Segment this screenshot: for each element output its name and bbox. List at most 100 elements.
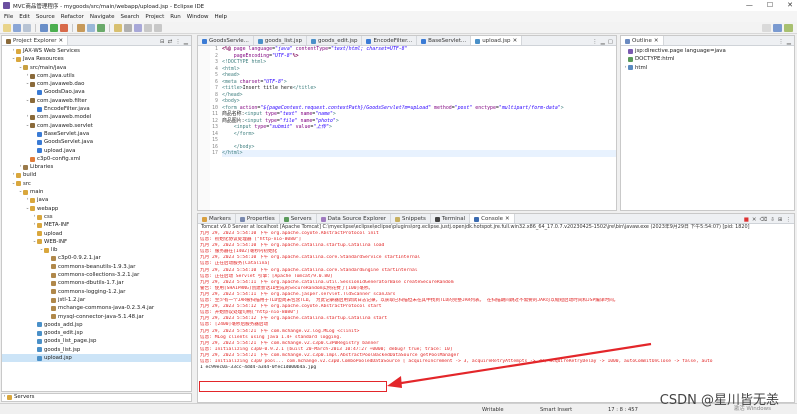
view-menu-icon[interactable]: ⋮ <box>786 217 792 223</box>
tree-item[interactable]: ⌄ src/main/java <box>2 64 191 72</box>
view-menu-icon[interactable]: ⋮ <box>592 39 598 45</box>
editor-tab[interactable]: GoodsServle... <box>198 36 254 45</box>
tree-item[interactable]: mchange-commons-java-0.2.3.4.jar <box>2 304 191 312</box>
open-perspective-icon[interactable] <box>762 24 771 32</box>
editor-tab[interactable]: goods_list.jsp <box>254 36 307 45</box>
tree-item[interactable]: › META-INF <box>2 221 191 229</box>
close-icon[interactable]: ✕ <box>513 38 518 44</box>
tab-outline[interactable]: Outline ✕ <box>621 36 664 45</box>
java-ee-perspective-icon[interactable] <box>773 24 782 32</box>
new-package-icon[interactable] <box>87 23 95 32</box>
tree-item[interactable]: goods_add.jsp <box>2 321 191 329</box>
tree-item[interactable]: › build <box>2 171 191 179</box>
menu-refactor[interactable]: Refactor <box>61 14 84 20</box>
terminate-icon[interactable]: ■ <box>744 217 749 223</box>
tree-item[interactable]: › java <box>2 196 191 204</box>
run-icon[interactable] <box>50 23 58 32</box>
next-annotation-icon[interactable] <box>134 23 142 32</box>
collapse-all-icon[interactable]: ⊟ <box>160 39 165 45</box>
view-menu-icon[interactable]: ⋮ <box>175 39 181 45</box>
close-button[interactable]: ✕ <box>787 1 793 9</box>
editor-tab[interactable]: goods_edit.jsp <box>307 36 363 45</box>
tab-console[interactable]: Console ✕ <box>470 214 515 223</box>
outline-item[interactable]: jsp:directive.page language=java <box>621 47 794 55</box>
tree-item[interactable]: ⌄ main <box>2 188 191 196</box>
close-icon[interactable]: ✕ <box>654 38 659 44</box>
outline-item[interactable]: DOCTYPE:html <box>621 55 794 63</box>
new-class-icon[interactable] <box>97 23 105 32</box>
tab-terminal[interactable]: Terminal <box>431 214 471 223</box>
menu-source[interactable]: Source <box>36 14 55 20</box>
link-editor-icon[interactable]: ⇄ <box>168 39 173 45</box>
tree-item[interactable]: ⌄ WEB-INF <box>2 238 191 246</box>
tree-item[interactable]: goods_edit.jsp <box>2 329 191 337</box>
code-editor[interactable]: 1 2 3 4 5 6 7 8 9 10 11 12 13 14 15 16 17 <%@ page langu… <box>198 46 616 210</box>
back-icon[interactable] <box>144 23 152 32</box>
menu-edit[interactable]: Edit <box>19 14 30 20</box>
code-line[interactable]: </html> <box>222 150 616 157</box>
minimize-button[interactable]: — <box>746 1 753 9</box>
tree-item[interactable]: goods_list_page.jsp <box>2 337 191 345</box>
tree-item[interactable]: upload.jsp <box>2 353 191 363</box>
pin-console-icon[interactable]: ⊞ <box>778 217 783 223</box>
search-icon[interactable] <box>124 23 132 32</box>
tree-item[interactable]: GoodsServlet.java <box>2 138 191 146</box>
tree-item[interactable]: › css <box>2 213 191 221</box>
save-all-icon[interactable] <box>23 23 31 32</box>
tree-item[interactable]: › JAX-WS Web Services <box>2 47 191 55</box>
menu-file[interactable]: File <box>4 14 13 20</box>
tree-item[interactable]: mysql-connector-java-5.1.48.jar <box>2 313 191 321</box>
tree-item[interactable]: ⌄ com.javaweb.servlet <box>2 122 191 130</box>
debug-icon[interactable] <box>40 23 48 32</box>
tree-item[interactable]: goods_list.jsp <box>2 346 191 354</box>
tab-properties[interactable]: Properties <box>236 214 280 223</box>
forward-icon[interactable] <box>154 23 162 32</box>
new-java-project-icon[interactable] <box>77 23 85 32</box>
servers-tree-item[interactable]: › Servers <box>1 393 192 402</box>
maximize-button[interactable]: ☐ <box>767 1 773 9</box>
new-icon[interactable] <box>3 23 11 32</box>
minimize-view-icon[interactable]: ▁ <box>184 39 188 45</box>
close-icon[interactable]: ✕ <box>505 216 510 222</box>
tab-data-source-explorer[interactable]: Data Source Explorer <box>317 214 392 223</box>
tree-item[interactable]: commons-beanutils-1.9.3.jar <box>2 263 191 271</box>
open-type-icon[interactable] <box>114 23 122 32</box>
tree-item[interactable]: ⌄ src <box>2 180 191 188</box>
tree-item[interactable]: ⌄ com.javaweb.dao <box>2 80 191 88</box>
source-text[interactable]: <%@ page language="java" contentType="te… <box>222 46 616 157</box>
java-perspective-icon[interactable] <box>784 24 793 32</box>
external-tools-icon[interactable] <box>60 23 68 32</box>
view-menu-icon[interactable]: ⋮ <box>778 39 784 45</box>
tree-item[interactable]: ⌄ lib <box>2 246 191 254</box>
menu-project[interactable]: Project <box>145 14 164 20</box>
close-icon[interactable]: ✕ <box>58 38 63 44</box>
remove-launch-icon[interactable]: ✕ <box>752 217 757 223</box>
menu-help[interactable]: Help <box>214 14 227 20</box>
tree-item[interactable]: › com.java.utils <box>2 72 191 80</box>
clear-console-icon[interactable]: ⌫ <box>760 217 768 223</box>
tree-item[interactable]: commons-dbutils-1.7.jar <box>2 279 191 287</box>
maximize-view-icon[interactable]: ▢ <box>608 39 613 45</box>
menu-search[interactable]: Search <box>121 14 140 20</box>
menu-navigate[interactable]: Navigate <box>90 14 115 20</box>
menu-run[interactable]: Run <box>170 14 181 20</box>
tree-item[interactable]: upload.java <box>2 147 191 155</box>
tree-item[interactable]: GoodsDao.java <box>2 88 191 96</box>
tree-item[interactable]: › com.javaweb.model <box>2 113 191 121</box>
tree-item[interactable]: commons-logging-1.2.jar <box>2 288 191 296</box>
tree-item[interactable]: BaseServlet.java <box>2 130 191 138</box>
tree-item[interactable]: › Libraries <box>2 163 191 171</box>
tree-item[interactable]: jstl-1.2.jar <box>2 296 191 304</box>
tab-markers[interactable]: Markers <box>198 214 236 223</box>
tab-snippets[interactable]: Snippets <box>391 214 431 223</box>
minimize-view-icon[interactable]: ▁ <box>787 39 791 45</box>
editor-tab[interactable]: EncodeFilter... <box>362 36 418 45</box>
tree-item[interactable]: ⌄ com.javaweb.filter <box>2 97 191 105</box>
tree-item[interactable]: commons-collections-3.2.1.jar <box>2 271 191 279</box>
tree-item[interactable]: ⌄ Java Resources <box>2 55 191 63</box>
tree-item[interactable]: c3p0-0.9.2.1.jar <box>2 254 191 262</box>
menu-window[interactable]: Window <box>187 14 209 20</box>
scroll-lock-icon[interactable]: ⇩ <box>770 217 775 223</box>
minimize-view-icon[interactable]: ▁ <box>601 39 605 45</box>
tab-servers[interactable]: Servers <box>280 214 317 223</box>
